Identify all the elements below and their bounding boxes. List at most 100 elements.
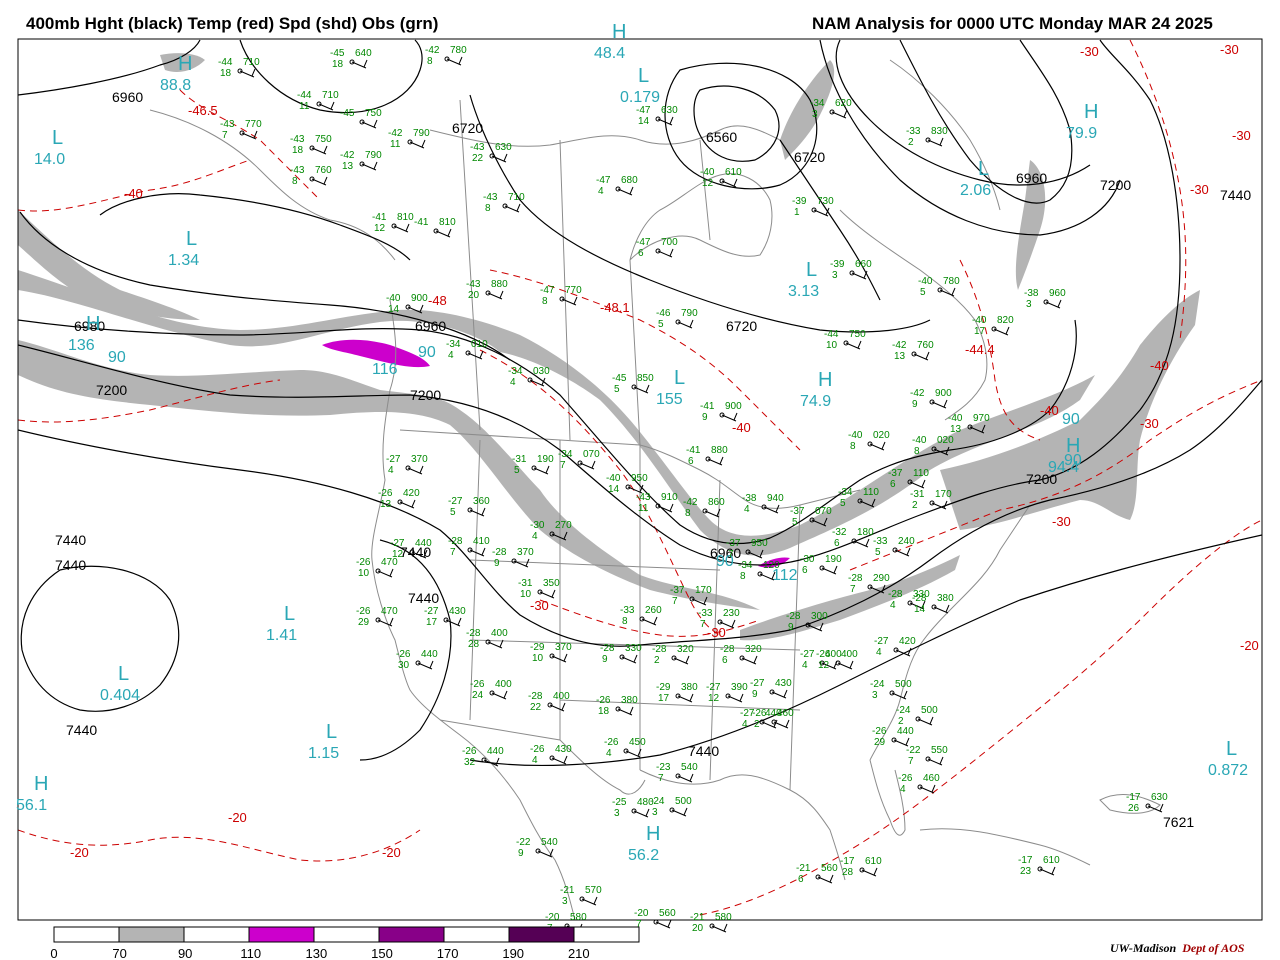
pressure-center-value: 56.1 xyxy=(16,797,47,814)
obs-height: 370 xyxy=(517,547,534,558)
obs-dewpoint-depression: 8 xyxy=(542,296,548,307)
obs-height: 320 xyxy=(677,644,694,655)
obs-dewpoint-depression: 28 xyxy=(842,867,854,878)
obs-dewpoint-depression: 20 xyxy=(692,923,704,934)
obs-temperature: -26 xyxy=(604,737,619,748)
obs-dewpoint-depression: 13 xyxy=(894,351,906,362)
jet-streak-hudson xyxy=(780,60,835,160)
obs-temperature: -37 xyxy=(726,538,741,549)
obs-height: 500 xyxy=(675,796,692,807)
obs-dewpoint-depression: 7 xyxy=(222,130,228,141)
obs-dewpoint-depression: 5 xyxy=(875,547,881,558)
obs-height: 950 xyxy=(751,538,768,549)
obs-temperature: -40 xyxy=(948,413,963,424)
speed-label: 90 xyxy=(108,349,126,366)
weather-map: 69606720656067206960 720074406980 69607200… xyxy=(16,21,1263,960)
temperature-label: -30 xyxy=(1232,128,1251,143)
obs-temperature: -44 xyxy=(297,90,312,101)
obs-dewpoint-depression: 7 xyxy=(700,619,706,630)
obs-dewpoint-depression: 4 xyxy=(802,660,808,671)
obs-temperature: -24 xyxy=(650,796,665,807)
obs-temperature: -21 xyxy=(796,863,811,874)
height-7200-ring-east xyxy=(835,39,1091,186)
pressure-center-letter: L xyxy=(52,127,63,149)
obs-temperature: -41 xyxy=(700,401,715,412)
obs-dewpoint-depression: 10 xyxy=(520,589,532,600)
obs-height: 350 xyxy=(543,578,560,589)
obs-temperature: -26 xyxy=(470,679,485,690)
obs-dewpoint-depression: 5 xyxy=(840,498,846,509)
speed-label: 90 xyxy=(1062,411,1080,428)
obs-temperature: -21 xyxy=(690,912,705,923)
obs-height: 120 xyxy=(763,560,780,571)
obs-temperature: -25 xyxy=(612,797,627,808)
obs-height: 430 xyxy=(555,744,572,755)
obs-dewpoint-depression: 12 xyxy=(702,178,714,189)
pressure-center-value: 74.9 xyxy=(800,393,831,410)
obs-temperature: -34 xyxy=(738,560,753,571)
obs-temperature: -41 xyxy=(372,212,387,223)
pressure-center-value: 136 xyxy=(68,337,95,354)
obs-temperature: -27 xyxy=(706,682,721,693)
obs-dewpoint-depression: 6 xyxy=(834,538,840,549)
obs-temperature: -40 xyxy=(848,430,863,441)
obs-height: 880 xyxy=(711,445,728,456)
obs-dewpoint-depression: 20 xyxy=(468,290,480,301)
obs-dewpoint-depression: 29 xyxy=(874,737,886,748)
obs-dewpoint-depression: 6 xyxy=(722,655,728,666)
temperature-label: -20 xyxy=(382,845,401,860)
temperature-label: -48 xyxy=(428,293,447,308)
obs-temperature: -47 xyxy=(540,285,555,296)
obs-temperature: -34 xyxy=(810,98,825,109)
obs-height: 400 xyxy=(841,649,858,660)
obs-height: 400 xyxy=(491,628,508,639)
obs-dewpoint-depression: 6 xyxy=(638,248,644,259)
temperature-label: -30 xyxy=(1052,514,1071,529)
height-label: 6560 xyxy=(706,129,737,145)
obs-temperature: -30 xyxy=(800,554,815,565)
pressure-center-letter: H xyxy=(612,21,626,43)
obs-temperature: -44 xyxy=(218,57,233,68)
obs-dewpoint-depression: 4 xyxy=(742,719,748,730)
pressure-center-letter: H xyxy=(86,313,100,335)
obs-height: 470 xyxy=(381,606,398,617)
obs-temperature: -42 xyxy=(388,128,403,139)
obs-height: 380 xyxy=(621,695,638,706)
obs-temperature: -43 xyxy=(483,192,498,203)
obs-temperature: -27 xyxy=(386,454,401,465)
obs-height: 440 xyxy=(487,746,504,757)
obs-temperature: -26 xyxy=(396,649,411,660)
height-label: 7200 xyxy=(96,382,127,398)
obs-height: 400 xyxy=(553,691,570,702)
obs-dewpoint-depression: 6 xyxy=(798,874,804,885)
colorbar-tick-label: 90 xyxy=(178,946,192,960)
credit-dept: Dept of AOS xyxy=(1182,941,1245,955)
obs-temperature: -26 xyxy=(752,708,767,719)
obs-height: 300 xyxy=(811,611,828,622)
obs-temperature: -24 xyxy=(896,705,911,716)
obs-temperature: -42 xyxy=(683,497,698,508)
obs-temperature: -46 xyxy=(656,308,671,319)
colorbar-tick-label: 0 xyxy=(50,946,57,960)
height-label: 6960 xyxy=(112,89,143,105)
obs-temperature: -28 xyxy=(600,643,615,654)
obs-dewpoint-depression: 14 xyxy=(638,116,650,127)
obs-height: 540 xyxy=(681,762,698,773)
temperature-label: -40 xyxy=(1150,358,1169,373)
pressure-center-letter: L xyxy=(326,721,337,743)
height-label: 6960 xyxy=(415,318,446,334)
obs-height: 500 xyxy=(921,705,938,716)
obs-temperature: -28 xyxy=(720,644,735,655)
obs-temperature: -22 xyxy=(516,837,531,848)
colorbar-bin-0-70 xyxy=(53,926,120,943)
obs-temperature: -26 xyxy=(378,488,393,499)
obs-dewpoint-depression: 4 xyxy=(900,784,906,795)
obs-dewpoint-depression: 9 xyxy=(702,412,708,423)
pressure-center-value: 0.872 xyxy=(1208,762,1248,779)
obs-temperature: -31 xyxy=(910,489,925,500)
obs-height: 330 xyxy=(625,643,642,654)
obs-dewpoint-depression: 4 xyxy=(388,465,394,476)
obs-temperature: -39 xyxy=(830,259,845,270)
height-label: 6720 xyxy=(726,318,757,334)
obs-temperature: -27 xyxy=(800,649,815,660)
